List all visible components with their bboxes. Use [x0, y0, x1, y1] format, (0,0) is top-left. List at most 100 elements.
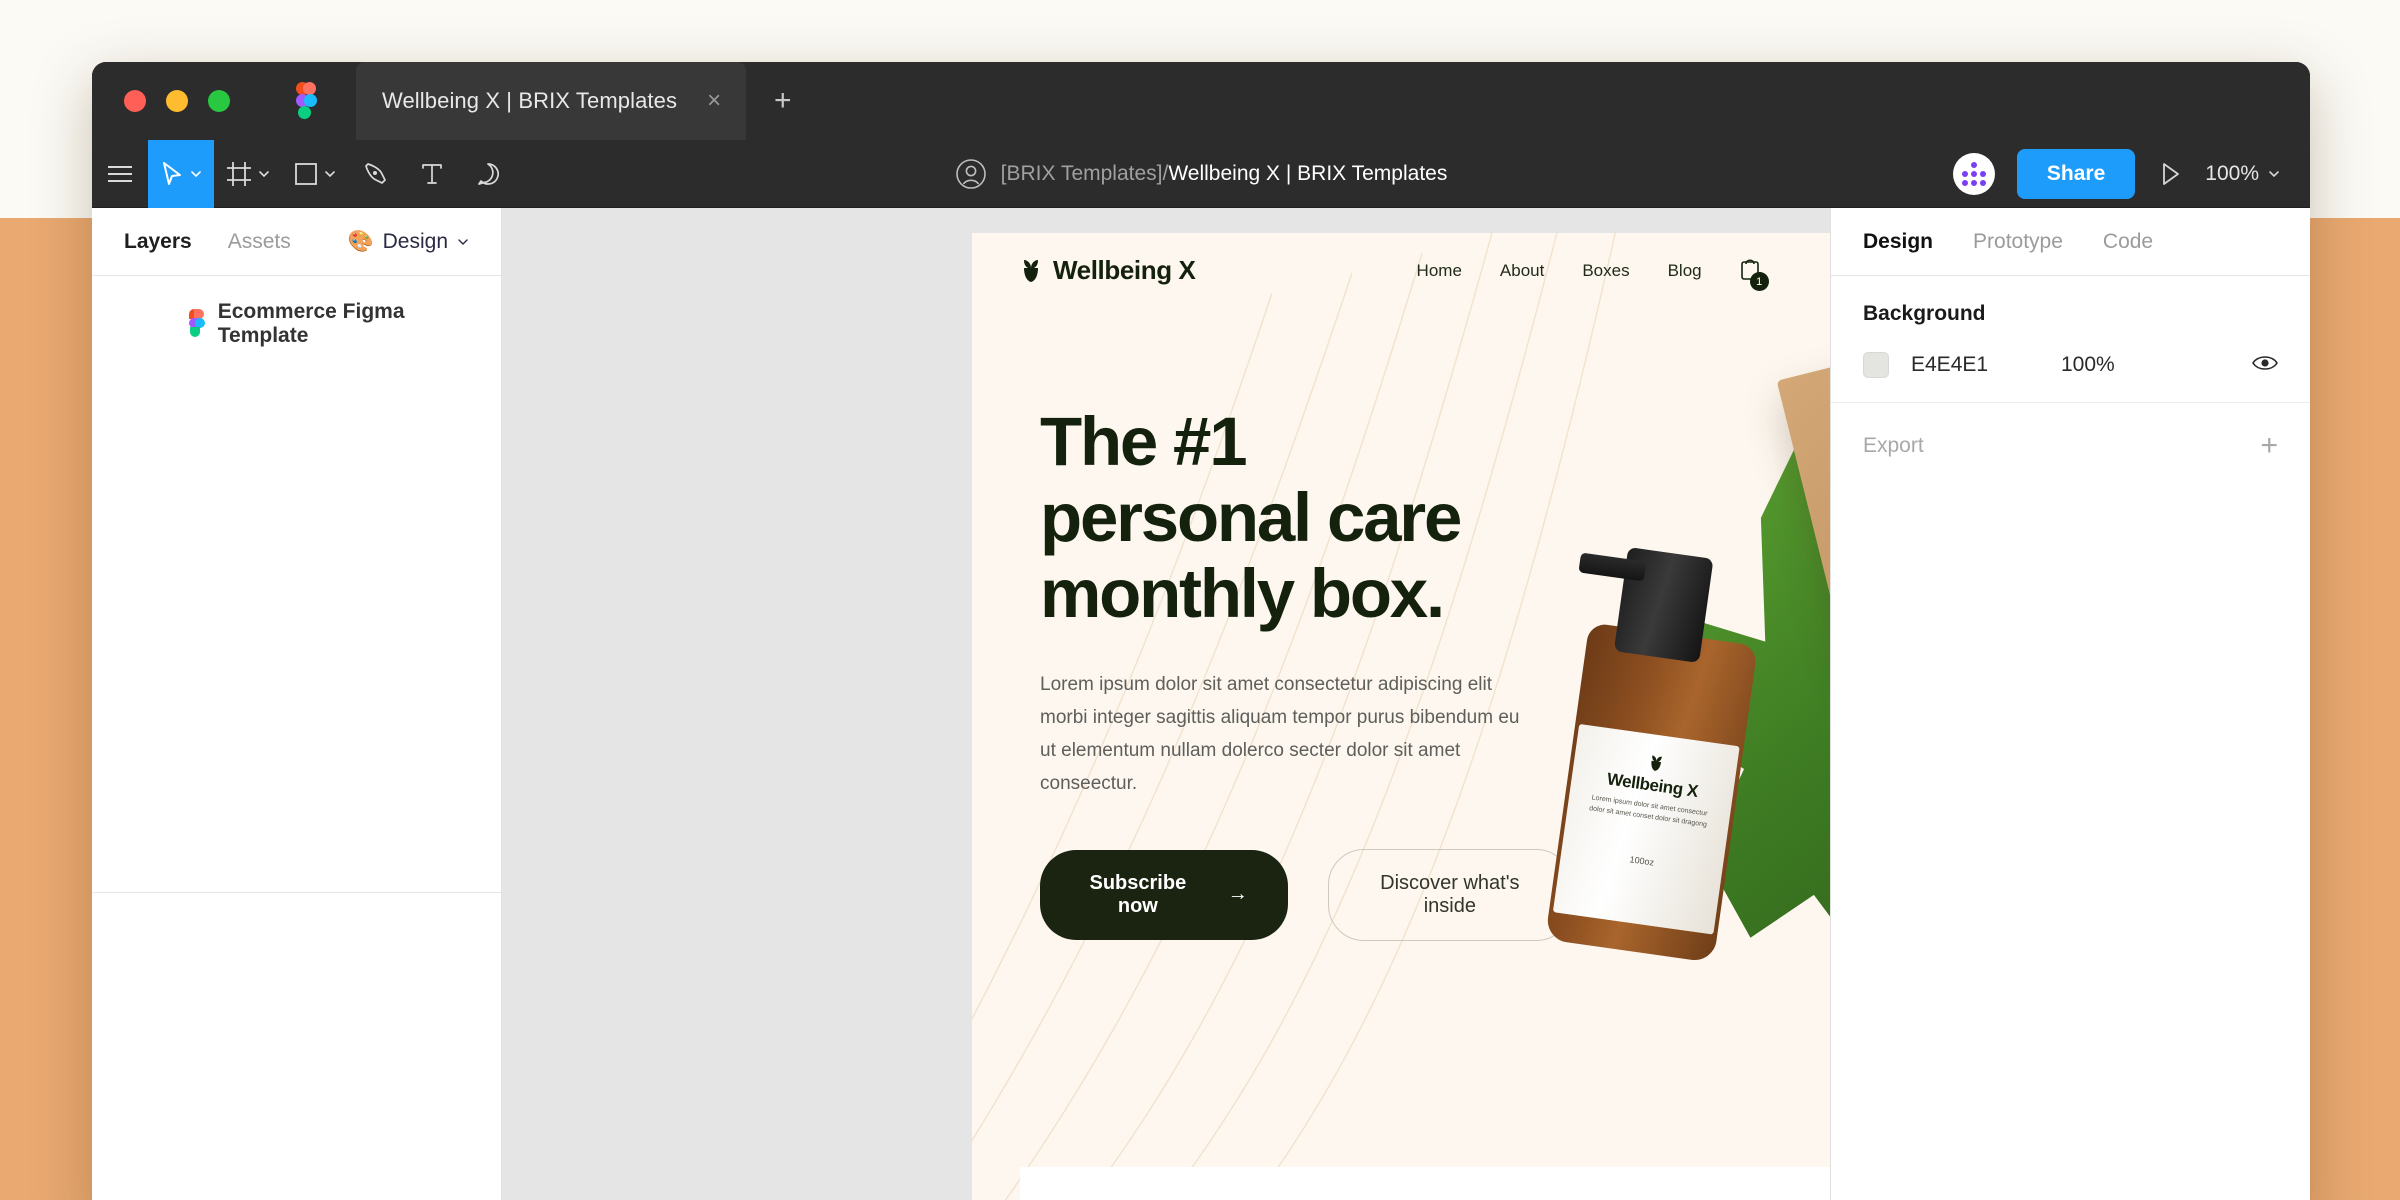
- frame-icon: [227, 161, 251, 186]
- tab-title: Wellbeing X | BRIX Templates: [382, 88, 678, 113]
- tab-layers[interactable]: Layers: [124, 230, 192, 254]
- close-tab-icon[interactable]: ×: [707, 89, 721, 113]
- site-nav-links: Home About Boxes Blog 1: [1417, 256, 1769, 291]
- share-button[interactable]: Share: [2016, 148, 2136, 199]
- bottle-label: Wellbeing X Lorem ipsum dolor sit amet c…: [1552, 723, 1740, 935]
- chevron-down-icon: [325, 170, 335, 177]
- hero-paragraph: Lorem ipsum dolor sit amet consectetur a…: [1040, 673, 1520, 795]
- subscribe-now-label: Subscribe now: [1089, 871, 1187, 917]
- chevron-down-icon: [191, 170, 201, 177]
- avatar[interactable]: [1952, 152, 1995, 195]
- tulip-logo-icon: [1024, 259, 1038, 282]
- toolbar-right-controls: Share 100%: [1952, 148, 2310, 199]
- breadcrumb-file: Wellbeing X | BRIX Templates: [1168, 162, 1448, 185]
- site-navbar: Wellbeing X Home About Boxes Blog 1: [972, 233, 1830, 308]
- zoom-level-control[interactable]: 100%: [2205, 162, 2280, 186]
- breadcrumb-separator: /: [1162, 162, 1169, 185]
- tab-code[interactable]: Code: [2103, 230, 2153, 254]
- left-panel-tabs: Layers Assets 🎨 Design: [92, 208, 501, 276]
- eye-icon: [2252, 355, 2278, 370]
- frame-tool-button[interactable]: [214, 140, 282, 208]
- canvas[interactable]: Wellbeing X Home About Boxes Blog 1 The …: [502, 208, 1830, 1200]
- background-section: Background E4E4E1 100%: [1831, 276, 2310, 403]
- user-avatar-icon: [955, 159, 986, 189]
- text-icon: [422, 163, 442, 184]
- arrow-right-icon: →: [1227, 883, 1248, 906]
- new-tab-icon[interactable]: +: [774, 86, 792, 116]
- website-design-frame[interactable]: Wellbeing X Home About Boxes Blog 1 The …: [972, 233, 1830, 1200]
- right-panel: Design Prototype Code Background E4E4E1 …: [1830, 208, 2310, 1200]
- tulip-logo-icon: [1650, 755, 1662, 771]
- cart-button[interactable]: 1: [1740, 256, 1769, 291]
- move-tool-button[interactable]: [148, 139, 214, 208]
- layer-name: Ecommerce Figma Template: [217, 300, 405, 347]
- nav-link-home[interactable]: Home: [1417, 261, 1462, 281]
- color-hex-value[interactable]: E4E4E1: [1911, 353, 2039, 377]
- hero-cta-row: Subscribe now → Discover what's inside: [1040, 848, 1572, 941]
- breadcrumb-team: [BRIX Templates]: [1000, 162, 1163, 185]
- hamburger-icon: [108, 165, 132, 182]
- figma-logo-icon: [290, 82, 317, 120]
- tab-assets[interactable]: Assets: [228, 230, 291, 254]
- main-menu-button[interactable]: [92, 140, 148, 208]
- figma-component-icon: [184, 309, 205, 339]
- close-window-button[interactable]: [124, 90, 146, 112]
- site-brand[interactable]: Wellbeing X: [1020, 255, 1196, 286]
- nav-link-about[interactable]: About: [1500, 261, 1544, 281]
- present-play-icon[interactable]: [2157, 161, 2183, 187]
- toolbar-tools: [92, 139, 516, 208]
- background-color-row: E4E4E1 100%: [1863, 352, 2278, 378]
- right-panel-tabs: Design Prototype Code: [1831, 208, 2310, 276]
- tab-design[interactable]: Design: [1863, 230, 1933, 254]
- chevron-down-icon: [2269, 170, 2279, 177]
- hero-heading: The #1 personal care monthly box.: [1040, 404, 1572, 632]
- discover-inside-button[interactable]: Discover what's inside: [1327, 848, 1572, 941]
- design-mode-label: Design: [382, 229, 448, 253]
- comment-tool-button[interactable]: [460, 140, 516, 208]
- nav-link-blog[interactable]: Blog: [1668, 261, 1702, 281]
- list-item[interactable]: Ecommerce Figma Template: [92, 276, 501, 372]
- tab-bar: Wellbeing X | BRIX Templates × +: [92, 62, 2310, 140]
- export-section: Export +: [1831, 403, 2310, 489]
- nav-link-boxes[interactable]: Boxes: [1582, 261, 1629, 281]
- hero-heading-line-3: monthly box.: [1040, 554, 1445, 632]
- workspace: Layers Assets 🎨 Design Ecommerce Figma T…: [92, 208, 2310, 1200]
- palette-icon: 🎨: [347, 229, 374, 253]
- hero-heading-line-2: personal care: [1040, 478, 1462, 556]
- design-mode-dropdown[interactable]: 🎨 Design: [347, 230, 469, 254]
- product-photo: Wellbeing X Lorem ipsum dolor sit amet c…: [1537, 284, 1830, 1158]
- tab-prototype[interactable]: Prototype: [1973, 230, 2063, 254]
- rectangle-icon: [295, 162, 317, 185]
- minimize-window-button[interactable]: [166, 90, 188, 112]
- panel-divider: [92, 892, 501, 893]
- main-toolbar: [BRIX Templates]/Wellbeing X | BRIX Temp…: [92, 139, 2310, 208]
- site-brand-name: Wellbeing X: [1053, 255, 1196, 285]
- browser-tab[interactable]: Wellbeing X | BRIX Templates ×: [356, 62, 746, 140]
- maximize-window-button[interactable]: [208, 90, 230, 112]
- hero-heading-line-1: The #1: [1040, 403, 1248, 480]
- chevron-down-icon: [259, 170, 269, 177]
- visibility-toggle[interactable]: [2252, 354, 2278, 377]
- cursor-icon: [163, 161, 181, 185]
- add-export-icon[interactable]: +: [2260, 431, 2278, 461]
- text-tool-button[interactable]: [404, 140, 460, 208]
- breadcrumb-text: [BRIX Templates]/Wellbeing X | BRIX Temp…: [1001, 162, 1448, 186]
- pen-icon: [365, 162, 386, 184]
- color-opacity-value[interactable]: 100%: [2061, 353, 2115, 377]
- window-controls: [92, 90, 230, 112]
- next-section-placeholder: [1020, 1167, 1830, 1200]
- shape-tool-button[interactable]: [282, 140, 348, 208]
- hero-section: The #1 personal care monthly box. Lorem …: [972, 308, 1572, 941]
- comment-icon: [478, 162, 499, 185]
- export-title: Export: [1863, 434, 1924, 457]
- cart-count-badge: 1: [1749, 272, 1769, 291]
- bottle-size-label: 100oz: [1628, 854, 1655, 868]
- chevron-down-icon: [458, 238, 468, 245]
- subscribe-now-button[interactable]: Subscribe now →: [1040, 849, 1288, 940]
- pen-tool-button[interactable]: [348, 140, 404, 208]
- avatar-dots-icon: [1961, 161, 1986, 186]
- background-title: Background: [1863, 302, 1986, 325]
- color-swatch[interactable]: [1863, 352, 1889, 378]
- zoom-level-value: 100%: [2205, 161, 2259, 185]
- left-panel: Layers Assets 🎨 Design Ecommerce Figma T…: [92, 208, 502, 1200]
